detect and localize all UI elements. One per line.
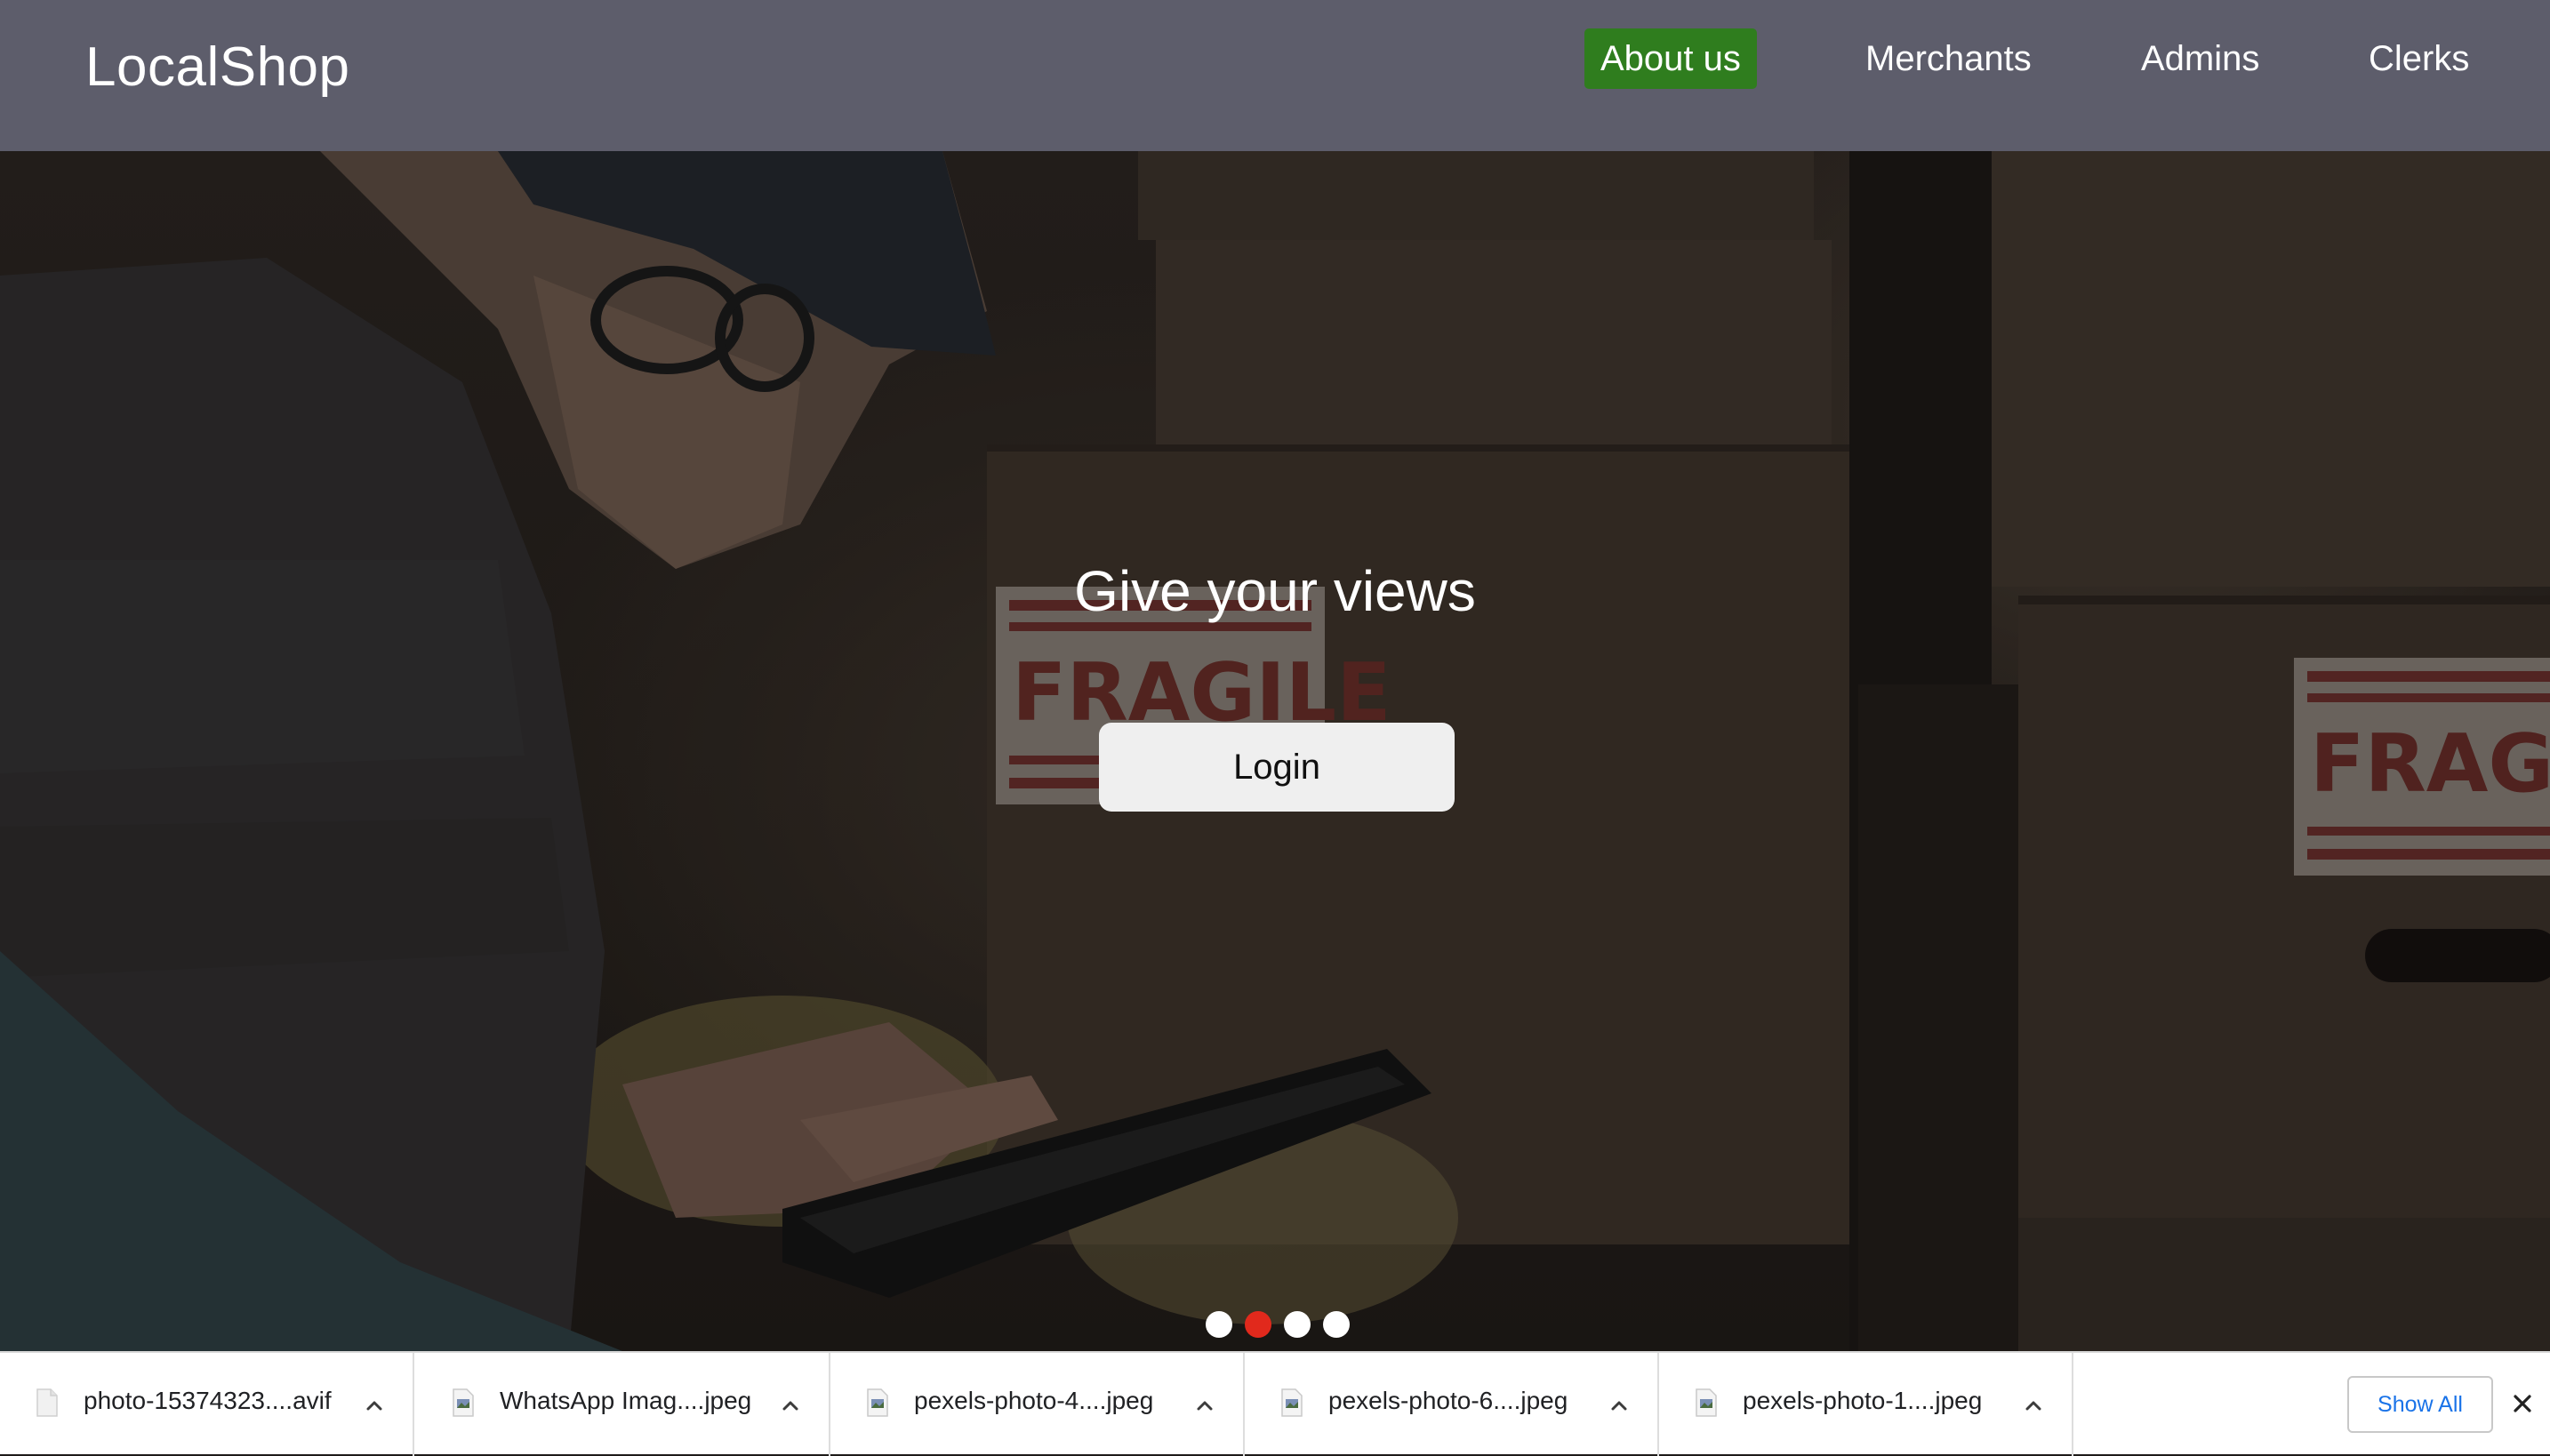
brand-logo[interactable]: LocalShop: [85, 36, 350, 99]
file-icon: [36, 1388, 58, 1417]
nav-admins[interactable]: Admins: [2125, 28, 2275, 89]
chevron-up-icon[interactable]: [361, 1392, 388, 1419]
image-file-icon: [867, 1388, 888, 1417]
nav-merchants[interactable]: Merchants: [1849, 28, 2048, 89]
download-filename: WhatsApp Imag....jpeg: [500, 1387, 752, 1414]
download-item[interactable]: pexels-photo-4....jpeg: [830, 1353, 1245, 1456]
downloads-bar: photo-15374323....avif WhatsApp Imag....…: [0, 1351, 2550, 1456]
carousel-dot-active[interactable]: [1245, 1311, 1271, 1338]
hero-carousel: FRAGILE FRAGIL: [0, 151, 2550, 1351]
chevron-up-icon[interactable]: [777, 1392, 804, 1419]
chevron-up-icon[interactable]: [1606, 1392, 1632, 1419]
carousel-dot[interactable]: [1206, 1311, 1232, 1338]
download-item[interactable]: pexels-photo-1....jpeg: [1659, 1353, 2073, 1456]
nav-about-us[interactable]: About us: [1584, 28, 1757, 89]
download-filename: pexels-photo-4....jpeg: [914, 1387, 1154, 1414]
carousel-dot[interactable]: [1284, 1311, 1311, 1338]
carousel-dot[interactable]: [1323, 1311, 1350, 1338]
download-filename: pexels-photo-6....jpeg: [1328, 1387, 1568, 1414]
hero-title: Give your views: [1074, 559, 1476, 623]
image-file-icon: [1281, 1388, 1303, 1417]
chevron-up-icon[interactable]: [2020, 1392, 2047, 1419]
download-filename: pexels-photo-1....jpeg: [1743, 1387, 1983, 1414]
download-item[interactable]: photo-15374323....avif: [0, 1353, 414, 1456]
download-filename: photo-15374323....avif: [84, 1387, 332, 1414]
top-navbar: LocalShop About us Merchants Admins Cler…: [0, 0, 2550, 151]
login-button[interactable]: Login: [1099, 723, 1455, 812]
carousel-indicators: [1206, 1311, 1350, 1338]
image-file-icon: [1696, 1388, 1717, 1417]
download-item[interactable]: pexels-photo-6....jpeg: [1245, 1353, 1659, 1456]
image-file-icon: [453, 1388, 474, 1417]
close-icon[interactable]: [2509, 1390, 2536, 1417]
show-all-downloads-button[interactable]: Show All: [2347, 1376, 2493, 1433]
download-item[interactable]: WhatsApp Imag....jpeg: [416, 1353, 830, 1456]
chevron-up-icon[interactable]: [1191, 1392, 1218, 1419]
nav-clerks[interactable]: Clerks: [2353, 28, 2485, 89]
